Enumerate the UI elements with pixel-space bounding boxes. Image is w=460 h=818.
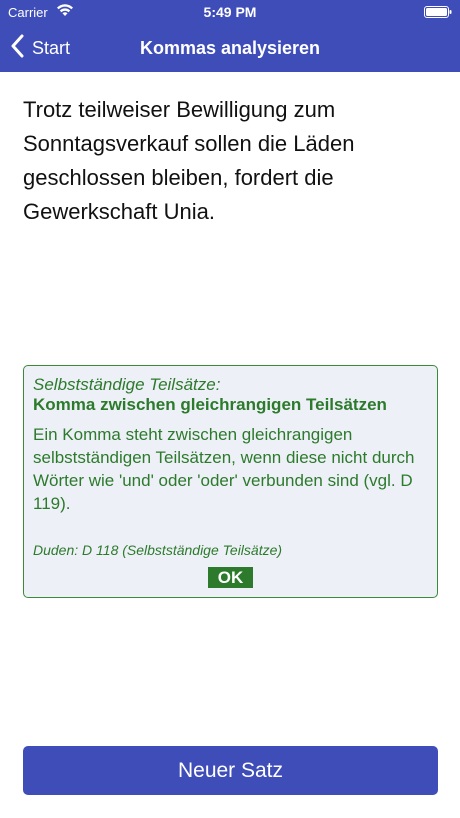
rule-category: Selbstständige Teilsätze: (33, 375, 221, 394)
ok-button[interactable]: OK (208, 567, 253, 588)
status-time: 5:49 PM (203, 4, 257, 20)
rule-info-box: Selbstständige Teilsätze: Komma zwischen… (23, 365, 438, 598)
navigation-bar: Start Kommas analysieren (0, 24, 460, 72)
rule-source: Duden: D 118 (Selbstständige Teilsätze) (33, 542, 283, 558)
rule-explanation: Ein Komma steht zwischen gleichrangigen … (33, 425, 415, 513)
sentence-text: Trotz teilweiser Bewilligung zum Sonntag… (23, 97, 355, 224)
status-bar: Carrier 5:49 PM (0, 0, 460, 24)
new-sentence-button[interactable]: Neuer Satz (23, 746, 438, 795)
battery-icon (424, 6, 452, 18)
rule-title: Komma zwischen gleichrangigen Teilsätzen (33, 395, 387, 414)
page-title: Kommas analysieren (139, 38, 321, 58)
